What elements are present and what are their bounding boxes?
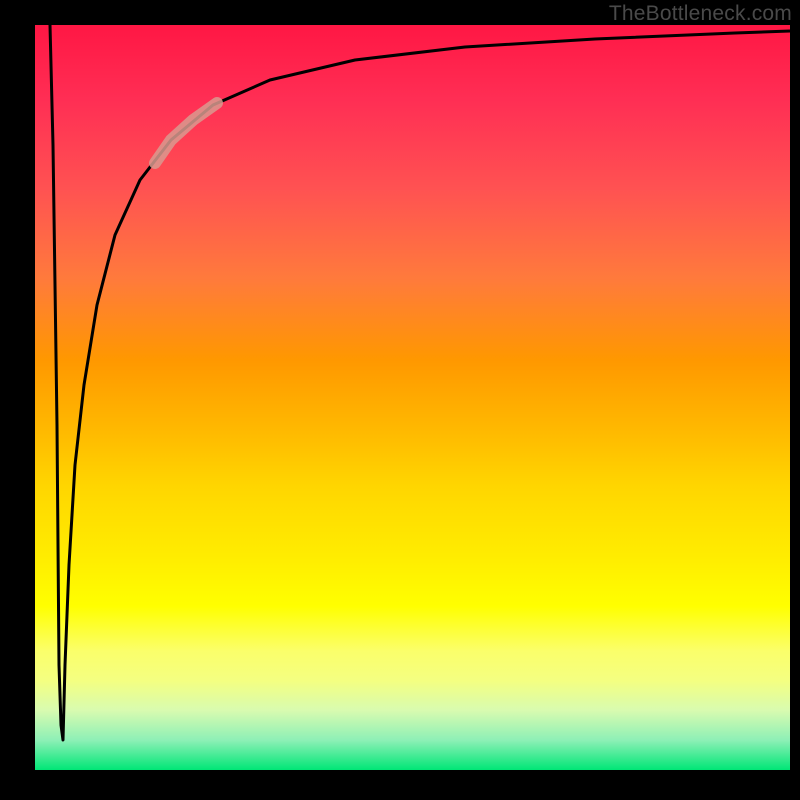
highlight-segment <box>155 103 217 163</box>
bottleneck-curve <box>35 25 790 770</box>
curve-path <box>50 25 790 740</box>
plot-area <box>35 25 790 770</box>
watermark-text: TheBottleneck.com <box>609 2 792 26</box>
chart-frame: TheBottleneck.com <box>0 0 800 800</box>
